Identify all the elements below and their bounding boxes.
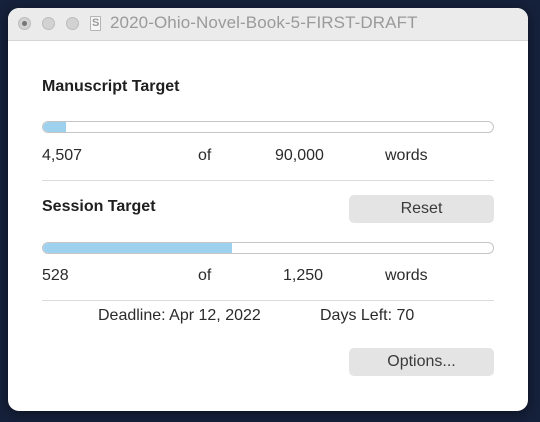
document-icon — [90, 16, 101, 31]
session-progress-fill — [43, 243, 232, 253]
window-title: 2020-Ohio-Novel-Book-5-FIRST-DRAFT — [110, 13, 418, 32]
manuscript-progress-bar — [42, 121, 494, 133]
deadline-divider — [42, 300, 494, 301]
close-window-button[interactable] — [18, 17, 31, 30]
manuscript-current-count: 4,507 — [42, 147, 83, 164]
deadline-label: Deadline: Apr 12, 2022 — [98, 307, 261, 324]
minimize-window-button[interactable] — [42, 17, 55, 30]
days-left-label: Days Left: 70 — [320, 307, 415, 324]
title-bar[interactable]: 2020-Ohio-Novel-Book-5-FIRST-DRAFT — [8, 8, 528, 41]
session-unit-label: words — [385, 267, 428, 284]
options-button[interactable]: Options... — [349, 348, 494, 376]
session-progress-bar — [42, 242, 494, 254]
session-of-label: of — [198, 267, 212, 284]
manuscript-unit-label: words — [385, 147, 428, 164]
reset-button[interactable]: Reset — [349, 195, 494, 223]
zoom-window-button[interactable] — [66, 17, 79, 30]
session-target-count[interactable]: 1,250 — [283, 267, 323, 285]
project-targets-window: 2020-Ohio-Novel-Book-5-FIRST-DRAFT Manus… — [8, 8, 528, 411]
section-divider — [42, 180, 494, 181]
manuscript-of-label: of — [198, 147, 212, 164]
manuscript-target-heading: Manuscript Target — [42, 78, 180, 95]
session-current-count: 528 — [42, 267, 69, 284]
manuscript-target-count[interactable]: 90,000 — [275, 147, 324, 165]
session-target-heading: Session Target — [42, 198, 156, 215]
manuscript-progress-fill — [43, 122, 66, 132]
